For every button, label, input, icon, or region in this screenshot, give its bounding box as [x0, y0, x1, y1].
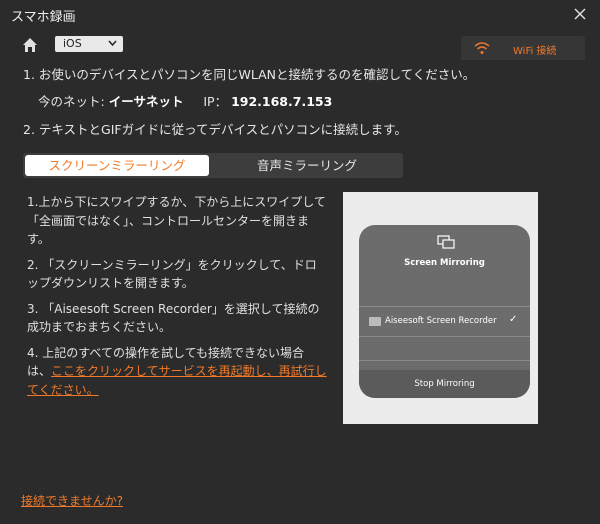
network-value: イーサネット — [108, 94, 184, 109]
divider — [359, 306, 530, 307]
home-icon[interactable] — [22, 37, 38, 53]
os-select-value: iOS — [63, 37, 82, 50]
wifi-connection-tab[interactable]: WiFi 接続 — [461, 36, 585, 60]
close-icon[interactable] — [572, 6, 588, 22]
screen-mirroring-icon — [437, 235, 455, 249]
chevron-down-icon — [108, 40, 117, 47]
guide-preview: Screen Mirroring Aiseesoft Screen Record… — [343, 192, 538, 424]
control-center-panel: Screen Mirroring Aiseesoft Screen Record… — [359, 225, 530, 398]
wifi-tab-label: WiFi 接続 — [513, 46, 557, 57]
mirroring-tabs: スクリーンミラーリング 音声ミラーリング — [23, 153, 403, 178]
instruction-3: 3. 「Aiseesoft Screen Recorder」を選択して接続の成功… — [27, 301, 320, 335]
title-bar: スマホ録画 — [0, 0, 600, 30]
screen-mirroring-heading: Screen Mirroring — [404, 258, 485, 268]
network-label: 今のネット: — [38, 94, 105, 109]
step-1-text: 1. お使いのデバイスとパソコンを同じWLANと接続するのを確認してください。 — [23, 67, 476, 82]
check-icon: ✓ — [509, 314, 518, 325]
stop-mirroring-button: Stop Mirroring — [359, 370, 530, 398]
instruction-2: 2. 「スクリーンミラーリング」をクリックして、ドロップダウンリストを開きます。 — [27, 257, 317, 291]
divider — [359, 336, 530, 337]
os-select[interactable]: iOS — [55, 36, 123, 52]
instructions: 1.上から下にスワイプするか、下から上にスワイプして「全画面ではなく」、コントロ… — [27, 193, 327, 406]
restart-service-link[interactable]: ここをクリックしてサービスを再起動し、再試行してください。 — [27, 364, 327, 397]
instruction-1: 1.上から下にスワイプするか、下から上にスワイプして「全画面ではなく」、コントロ… — [27, 195, 326, 246]
window-title: スマホ録画 — [11, 10, 76, 25]
device-name: Aiseesoft Screen Recorder — [385, 316, 497, 326]
tab-audio-mirroring[interactable]: 音声ミラーリング — [213, 155, 401, 176]
divider — [359, 360, 530, 361]
ip-label: IP： — [203, 94, 228, 109]
step-2-text: 2. テキストとGIFガイドに従ってデバイスとパソコンに接続します。 — [23, 122, 407, 137]
wifi-icon — [474, 42, 490, 54]
apple-tv-icon — [369, 317, 381, 326]
tab-screen-mirroring[interactable]: スクリーンミラーリング — [25, 155, 209, 176]
instruction-4: 4. 上記のすべての操作を試しても接続できない場合は、ここをクリックしてサービス… — [27, 344, 327, 400]
cant-connect-link[interactable]: 接続できませんか? — [21, 492, 123, 509]
network-info: 今のネット: イーサネット IP： 192.168.7.153 — [38, 91, 332, 110]
ip-value: 192.168.7.153 — [231, 94, 333, 109]
